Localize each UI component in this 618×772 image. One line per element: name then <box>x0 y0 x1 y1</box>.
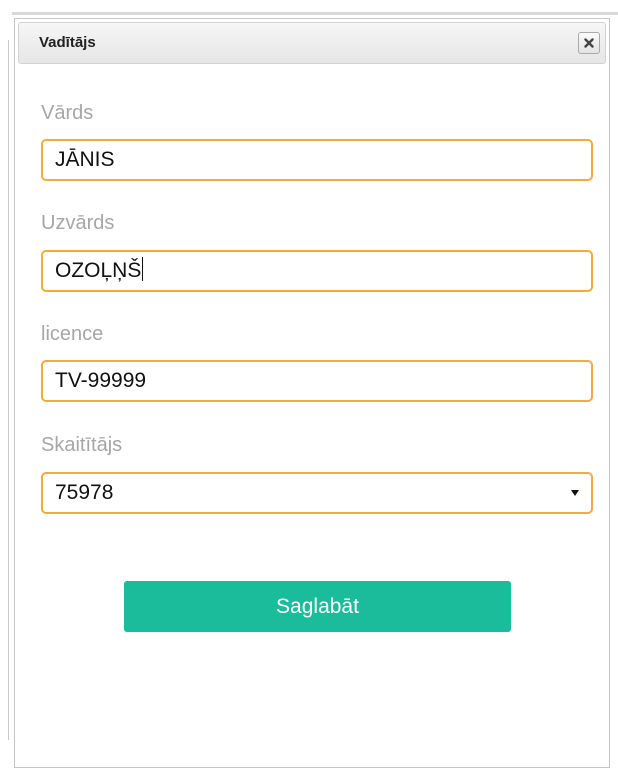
counter-selected-value: 75978 <box>55 481 114 504</box>
page: Vadītājs Vārds JĀNIS Uzvārds OZOĻŅŠ lice… <box>0 0 618 772</box>
dialog-titlebar[interactable]: Vadītājs <box>18 22 606 64</box>
counter-label: Skaitītājs <box>41 434 123 456</box>
close-icon <box>584 38 594 48</box>
license-field[interactable]: TV-99999 <box>41 360 593 402</box>
dialog-title: Vadītājs <box>39 34 96 51</box>
driver-dialog: Vadītājs Vārds JĀNIS Uzvārds OZOĻŅŠ lice… <box>14 18 610 768</box>
last-name-value: OZOĻŅŠ <box>55 259 142 282</box>
background-divider <box>8 40 9 740</box>
counter-select[interactable]: 75978 <box>41 472 593 514</box>
top-divider <box>12 12 618 15</box>
text-cursor <box>142 257 144 281</box>
first-name-value: JĀNIS <box>55 148 115 171</box>
close-button[interactable] <box>578 32 600 54</box>
first-name-field[interactable]: JĀNIS <box>41 139 593 181</box>
license-label: licence <box>41 323 104 345</box>
last-name-label: Uzvārds <box>41 212 115 234</box>
license-value: TV-99999 <box>55 369 147 392</box>
first-name-label: Vārds <box>41 102 94 124</box>
last-name-field[interactable]: OZOĻŅŠ <box>41 250 593 292</box>
chevron-down-icon <box>571 490 579 496</box>
save-button[interactable]: Saglabāt <box>124 581 511 632</box>
